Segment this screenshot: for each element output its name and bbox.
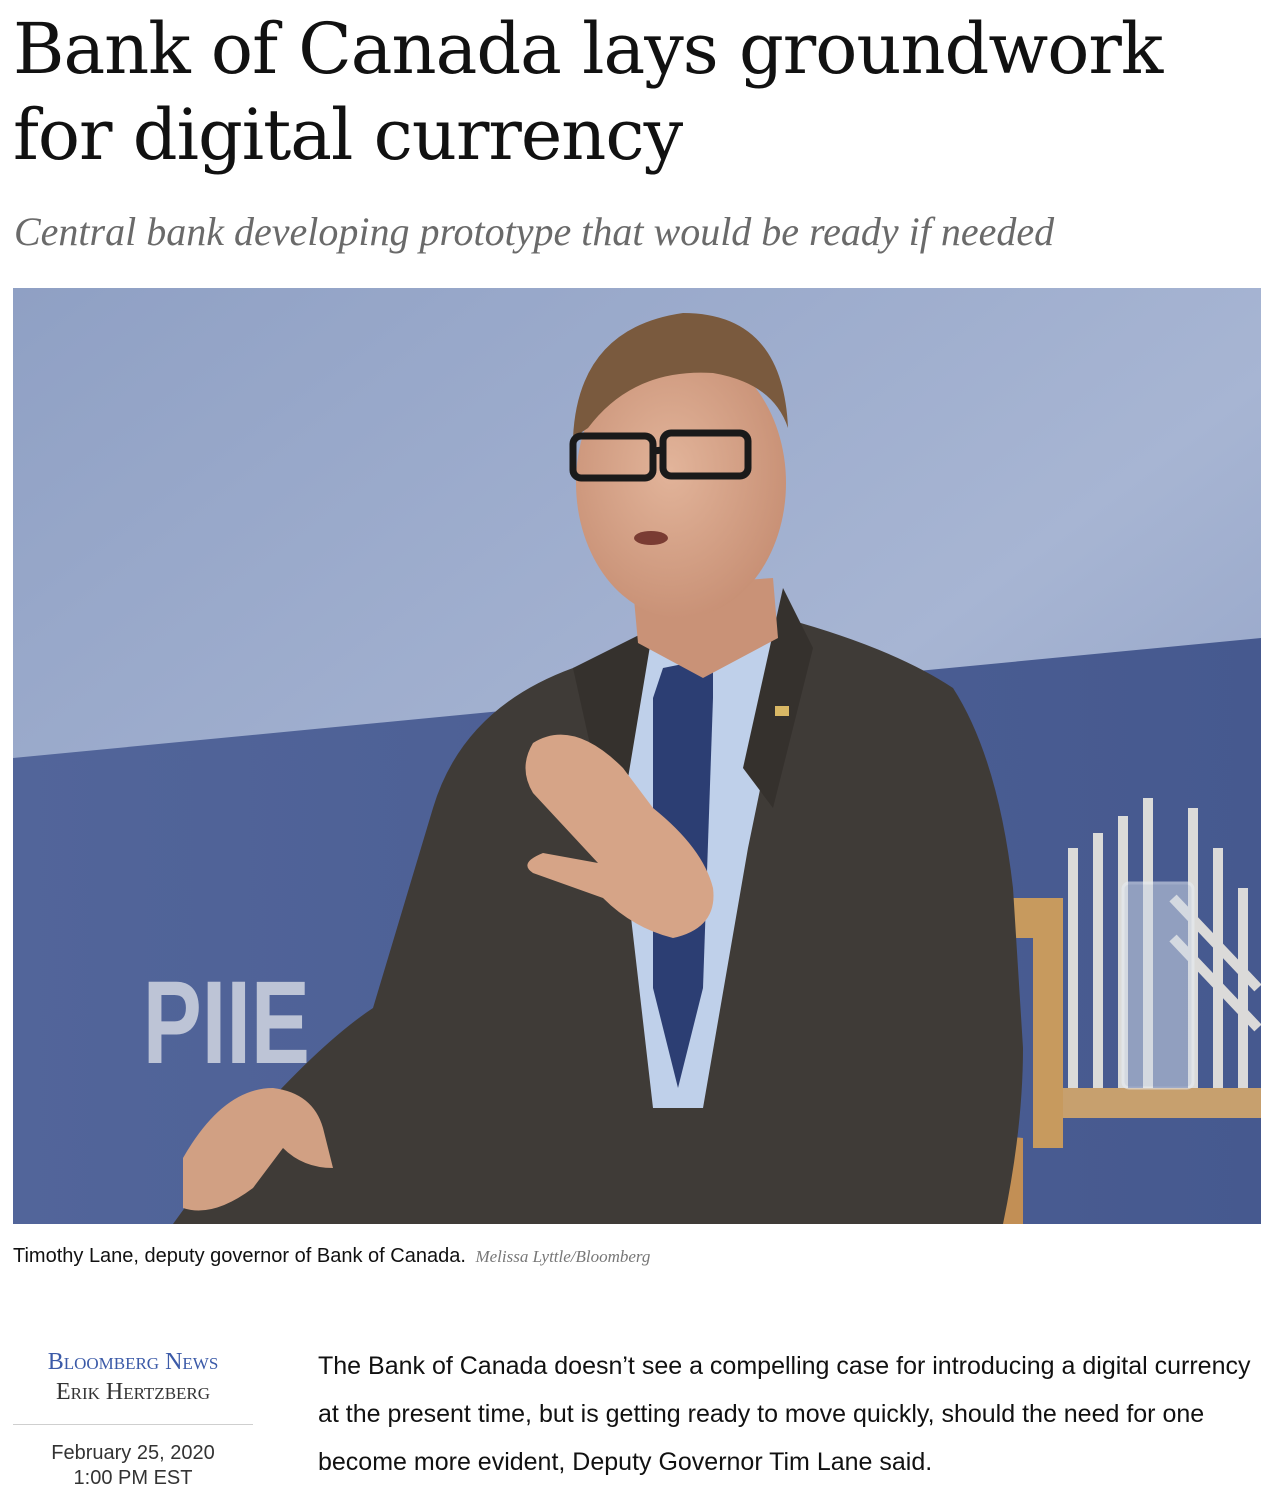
article-photo: PIIE bbox=[13, 288, 1261, 1224]
headline: Bank of Canada lays groundwork for digit… bbox=[13, 8, 1163, 176]
byline: Bloomberg News Erik Hertzberg February 2… bbox=[13, 1347, 253, 1491]
byline-divider bbox=[13, 1424, 253, 1425]
caption-text: Timothy Lane, deputy governor of Bank of… bbox=[13, 1245, 466, 1267]
backdrop-logo-text: PIIE bbox=[143, 958, 310, 1089]
author-name[interactable]: Erik Hertzberg bbox=[13, 1377, 253, 1407]
subheadline: Central bank developing prototype that w… bbox=[14, 209, 1055, 254]
photo-credit: Melissa Lyttle/Bloomberg bbox=[475, 1247, 651, 1266]
source-link[interactable]: Bloomberg News bbox=[13, 1347, 253, 1377]
photo-caption: Timothy Lane, deputy governor of Bank of… bbox=[13, 1243, 1263, 1270]
article-paragraph: The Bank of Canada doesn’t see a compell… bbox=[318, 1352, 1251, 1476]
publish-time: 1:00 PM EST bbox=[73, 1467, 193, 1489]
publish-date: February 25, 2020 bbox=[51, 1442, 215, 1464]
